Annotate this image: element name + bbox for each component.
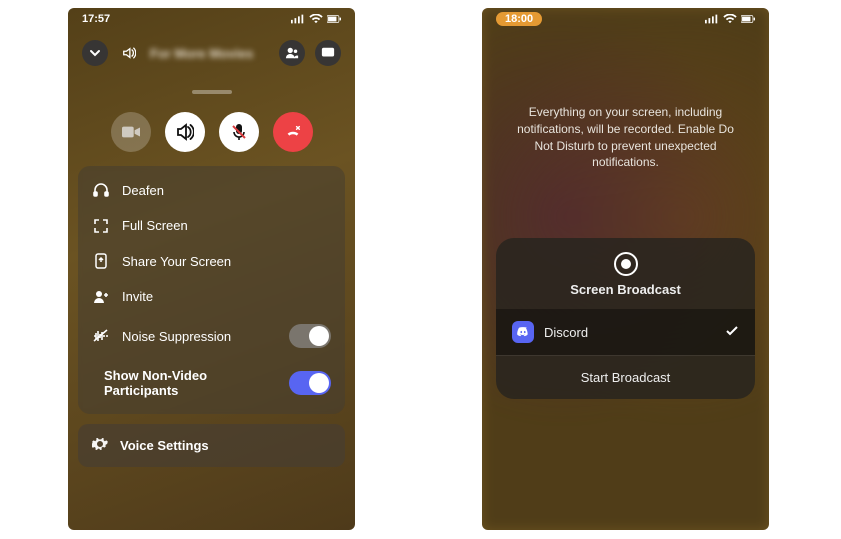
mute-button[interactable] — [219, 112, 259, 152]
noise-toggle[interactable] — [289, 324, 331, 348]
channel-name: For More Movies — [150, 46, 269, 61]
record-icon — [614, 252, 638, 276]
option-label: Full Screen — [122, 218, 331, 233]
nonvideo-toggle[interactable] — [289, 371, 331, 395]
option-noise-suppression: Noise Suppression — [78, 314, 345, 358]
options-panel: Deafen Full Screen Share Your Screen Inv… — [78, 166, 345, 414]
call-controls — [68, 112, 355, 152]
invite-icon — [92, 290, 110, 304]
headphones-icon — [92, 182, 110, 198]
phone-left: 17:57 For More Movies — [68, 8, 355, 530]
option-deafen[interactable]: Deafen — [78, 172, 345, 208]
speaker-icon — [118, 42, 140, 64]
gear-icon — [92, 436, 108, 455]
wifi-icon — [723, 14, 737, 24]
option-invite[interactable]: Invite — [78, 279, 345, 314]
broadcast-title: Screen Broadcast — [496, 282, 755, 297]
audio-output-button[interactable] — [165, 112, 205, 152]
status-bar: 18:00 — [482, 8, 769, 30]
status-icons — [291, 14, 341, 24]
signal-icon — [705, 14, 719, 24]
noise-icon — [92, 329, 110, 343]
voice-settings-row[interactable]: Voice Settings — [78, 424, 345, 467]
members-button[interactable] — [279, 40, 305, 66]
collapse-button[interactable] — [82, 40, 108, 66]
voice-settings-label: Voice Settings — [120, 438, 209, 453]
drag-handle[interactable] — [192, 90, 232, 94]
broadcast-warning: Everything on your screen, including not… — [512, 104, 739, 171]
camera-button[interactable] — [111, 112, 151, 152]
wifi-icon — [309, 14, 323, 24]
check-icon — [725, 324, 739, 341]
battery-icon — [327, 14, 341, 24]
broadcast-card: Screen Broadcast Discord Start Broadcast — [496, 238, 755, 399]
start-broadcast-button[interactable]: Start Broadcast — [496, 355, 755, 399]
phone-right: 18:00 Everything on your screen, includi… — [482, 8, 769, 530]
option-label: Deafen — [122, 183, 331, 198]
call-header: For More Movies — [68, 30, 355, 76]
discord-icon — [512, 321, 534, 343]
clock: 17:57 — [82, 13, 110, 25]
status-icons — [705, 14, 755, 24]
option-label: Invite — [122, 289, 331, 304]
hangup-button[interactable] — [273, 112, 313, 152]
option-show-nonvideo: Show Non-Video Participants — [78, 358, 345, 408]
fullscreen-icon — [92, 219, 110, 233]
chat-button[interactable] — [315, 40, 341, 66]
signal-icon — [291, 14, 305, 24]
option-share-screen[interactable]: Share Your Screen — [78, 243, 345, 279]
option-fullscreen[interactable]: Full Screen — [78, 208, 345, 243]
option-label: Show Non-Video Participants — [104, 368, 277, 398]
share-screen-icon — [92, 253, 110, 269]
battery-icon — [741, 14, 755, 24]
start-broadcast-label: Start Broadcast — [581, 370, 671, 385]
option-label: Share Your Screen — [122, 254, 331, 269]
clock-pill: 18:00 — [496, 12, 542, 26]
broadcast-header: Screen Broadcast — [496, 238, 755, 309]
status-bar: 17:57 — [68, 8, 355, 30]
option-label: Noise Suppression — [122, 329, 277, 344]
broadcast-app-row[interactable]: Discord — [496, 309, 755, 355]
broadcast-app-label: Discord — [544, 325, 588, 340]
